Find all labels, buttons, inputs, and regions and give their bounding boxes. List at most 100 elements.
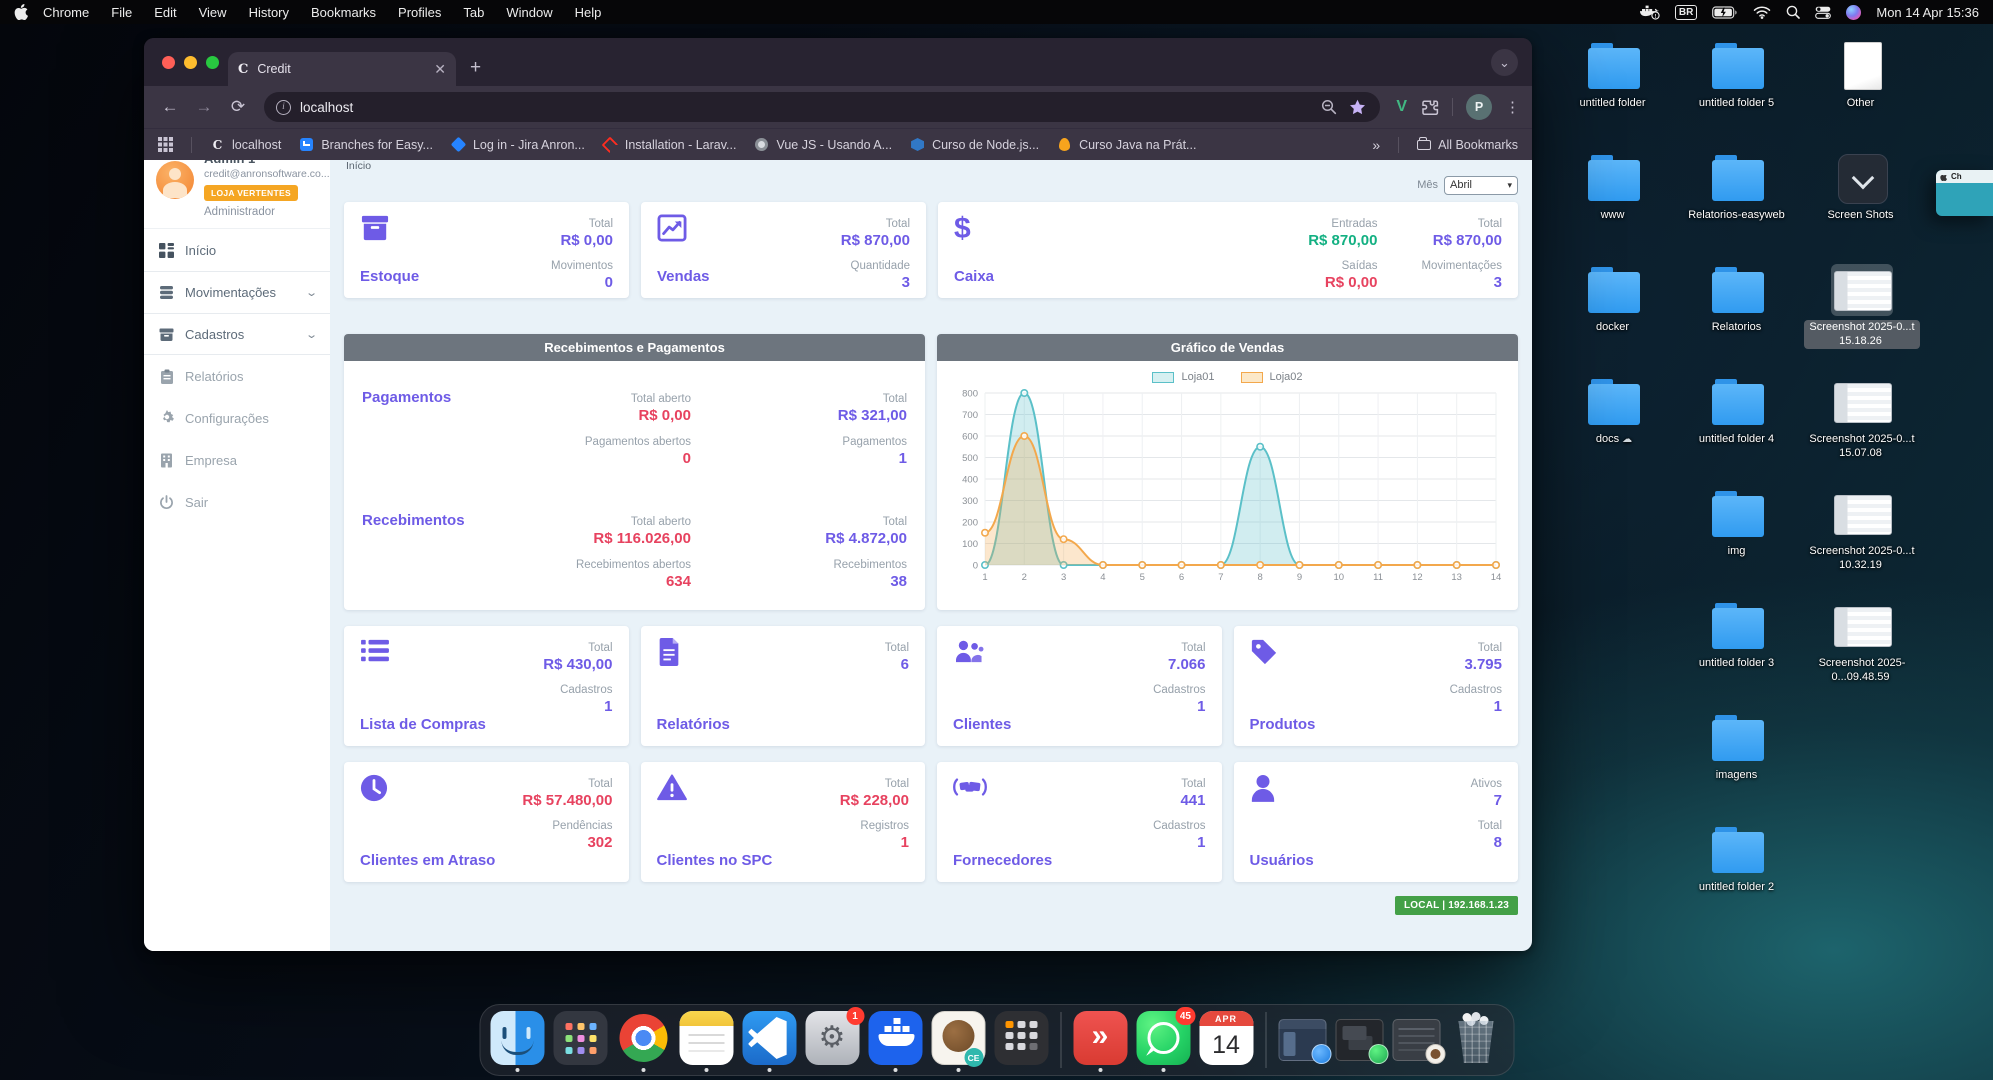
menu-item[interactable]: History	[238, 5, 300, 20]
desktop-icon[interactable]: Screenshot 2025-0...09.48.59	[1800, 600, 1924, 712]
extensions-icon[interactable]	[1420, 98, 1439, 117]
menu-item[interactable]: File	[100, 5, 143, 20]
user-avatar[interactable]	[156, 161, 194, 199]
card-lista-compras[interactable]: Lista de Compras TotalR$ 430,00 Cadastro…	[344, 626, 629, 746]
side-panel-icon[interactable]	[158, 137, 173, 152]
desktop-icon[interactable]: untitled folder 2	[1676, 824, 1800, 936]
card-clientes-atraso[interactable]: Clientes em Atraso TotalR$ 57.480,00 Pen…	[344, 762, 629, 882]
minimize-window-button[interactable]	[184, 56, 197, 69]
menu-item[interactable]: Profiles	[387, 5, 452, 20]
menu-item[interactable]: Tab	[452, 5, 495, 20]
siri-icon[interactable]	[1846, 5, 1861, 20]
desktop-icon[interactable]: img	[1676, 488, 1800, 600]
profile-avatar[interactable]: P	[1466, 94, 1492, 120]
month-select[interactable]: Abril▾	[1444, 176, 1518, 195]
chart-legend-item[interactable]: Loja01	[1152, 371, 1214, 383]
desktop-icon[interactable]: untitled folder 4	[1676, 376, 1800, 488]
card-estoque[interactable]: Estoque TotalR$ 0,00 Movimentos0	[344, 202, 629, 298]
desktop-icon[interactable]: Relatorios-easyweb	[1676, 152, 1800, 264]
desktop-icon[interactable]: untitled folder 5	[1676, 40, 1800, 152]
card-caixa[interactable]: $ Caixa EntradasR$ 870,00 SaídasR$ 0,00 …	[938, 202, 1518, 298]
bookmark-java[interactable]: Curso Java na Prát...	[1057, 137, 1196, 152]
input-source-badge[interactable]: BR	[1675, 5, 1697, 20]
docker-status-icon[interactable]: !	[1640, 5, 1660, 20]
card-vendas[interactable]: Vendas TotalR$ 870,00 Quantidade3	[641, 202, 926, 298]
dock-minimized-window-3[interactable]	[1392, 1011, 1440, 1069]
menu-item[interactable]: Window	[495, 5, 563, 20]
desktop-icon[interactable]: Screenshot 2025-0...t 15.18.26	[1800, 264, 1924, 376]
card-clientes-spc[interactable]: Clientes no SPC TotalR$ 228,00 Registros…	[641, 762, 926, 882]
dock-settings[interactable]: ⚙1	[805, 1011, 859, 1069]
card-produtos[interactable]: Produtos Total3.795 Cadastros1	[1234, 626, 1519, 746]
battery-icon[interactable]	[1712, 6, 1738, 19]
menu-bar-clock[interactable]: Mon 14 Apr 15:36	[1876, 5, 1979, 20]
sidebar-item-empresa[interactable]: Empresa	[144, 439, 330, 481]
reload-button[interactable]: ⟳	[224, 97, 252, 117]
dock-calculator[interactable]	[994, 1011, 1048, 1069]
menu-item[interactable]: Bookmarks	[300, 5, 387, 20]
dock-dbeaver[interactable]: CE	[931, 1011, 985, 1069]
dock-launchpad[interactable]	[553, 1011, 607, 1069]
desktop-icon[interactable]: docker	[1552, 264, 1676, 376]
vue-devtools-icon[interactable]: V	[1396, 98, 1407, 116]
dock-vscode[interactable]	[742, 1011, 796, 1069]
sidebar-item-inicio[interactable]: Início	[144, 229, 330, 271]
card-fornecedores[interactable]: Fornecedores Total441 Cadastros1	[937, 762, 1222, 882]
desktop-icon[interactable]: www	[1552, 152, 1676, 264]
dock-notes[interactable]	[679, 1011, 733, 1069]
tab-credit[interactable]: C Credit ✕	[228, 52, 456, 86]
desktop-icon[interactable]: imagens	[1676, 712, 1800, 824]
spotlight-search-icon[interactable]	[1786, 5, 1800, 19]
bookmark-star-icon[interactable]	[1349, 99, 1366, 116]
dock-calendar[interactable]: APR14	[1199, 1011, 1253, 1069]
bookmark-localhost[interactable]: Clocalhost	[210, 137, 281, 152]
menu-item[interactable]: View	[188, 5, 238, 20]
browser-menu-icon[interactable]: ⋮	[1505, 98, 1520, 116]
zoom-out-icon[interactable]	[1321, 99, 1337, 115]
pagamentos-group[interactable]: Pagamentos Total abertoR$ 0,00 Pagamento…	[362, 389, 907, 468]
all-bookmarks-button[interactable]: All Bookmarks	[1417, 138, 1518, 152]
dock-finder[interactable]	[490, 1011, 544, 1069]
tab-close-icon[interactable]: ✕	[434, 62, 446, 76]
card-relatorios[interactable]: Relatórios Total6	[641, 626, 926, 746]
desktop-icon[interactable]: Screen Shots	[1800, 152, 1924, 264]
dock-docker[interactable]	[868, 1011, 922, 1069]
group-title[interactable]: Pagamentos	[362, 389, 451, 468]
close-window-button[interactable]	[162, 56, 175, 69]
recebimentos-group[interactable]: Recebimentos Total abertoR$ 116.026,00 R…	[362, 512, 907, 591]
control-center-icon[interactable]	[1815, 6, 1831, 19]
bookmark-nodejs[interactable]: Curso de Node.js...	[910, 137, 1039, 152]
back-button[interactable]: ←	[156, 97, 184, 117]
sidebar-item-relatorios[interactable]: Relatórios	[144, 355, 330, 397]
desktop-icon[interactable]: Screenshot 2025-0...t 10.32.19	[1800, 488, 1924, 600]
group-title[interactable]: Recebimentos	[362, 512, 465, 591]
desktop-icon[interactable]: untitled folder	[1552, 40, 1676, 152]
partial-background-window[interactable]: Ch	[1936, 170, 1993, 216]
desktop-icon[interactable]: Other	[1800, 40, 1924, 152]
bookmarks-overflow-chevron[interactable]: »	[1372, 137, 1380, 153]
bookmark-jira[interactable]: Log in - Jira Anron...	[451, 137, 585, 152]
sidebar-item-configuracoes[interactable]: Configurações	[144, 397, 330, 439]
dock-minimized-window-2[interactable]	[1335, 1011, 1383, 1069]
dock-chrome[interactable]	[616, 1011, 670, 1069]
site-info-icon[interactable]: i	[276, 100, 291, 115]
new-tab-button[interactable]: +	[470, 58, 481, 77]
sidebar-item-movimentacoes[interactable]: Movimentações ⌄	[144, 271, 330, 313]
apple-menu-icon[interactable]	[14, 4, 28, 20]
wifi-icon[interactable]	[1753, 6, 1771, 19]
card-clientes[interactable]: Clientes Total7.066 Cadastros1	[937, 626, 1222, 746]
menu-item[interactable]: Chrome	[32, 5, 100, 20]
desktop-icon[interactable]: untitled folder 3	[1676, 600, 1800, 712]
dock-minimized-window-1[interactable]	[1278, 1011, 1326, 1069]
dock-trash[interactable]	[1449, 1011, 1503, 1069]
dock-red-app[interactable]: »	[1073, 1011, 1127, 1069]
menu-item[interactable]: Edit	[143, 5, 187, 20]
url-text[interactable]: localhost	[300, 100, 1312, 115]
card-usuarios[interactable]: Usuários Ativos7 Total8	[1234, 762, 1519, 882]
bookmark-branches[interactable]: Branches for Easy...	[299, 137, 433, 152]
chart-legend-item[interactable]: Loja02	[1241, 371, 1303, 383]
menu-item[interactable]: Help	[564, 5, 613, 20]
desktop-icon[interactable]: docs☁	[1552, 376, 1676, 488]
sidebar-item-cadastros[interactable]: Cadastros ⌄	[144, 313, 330, 355]
bookmark-vuejs[interactable]: Vue JS - Usando A...	[754, 137, 892, 152]
